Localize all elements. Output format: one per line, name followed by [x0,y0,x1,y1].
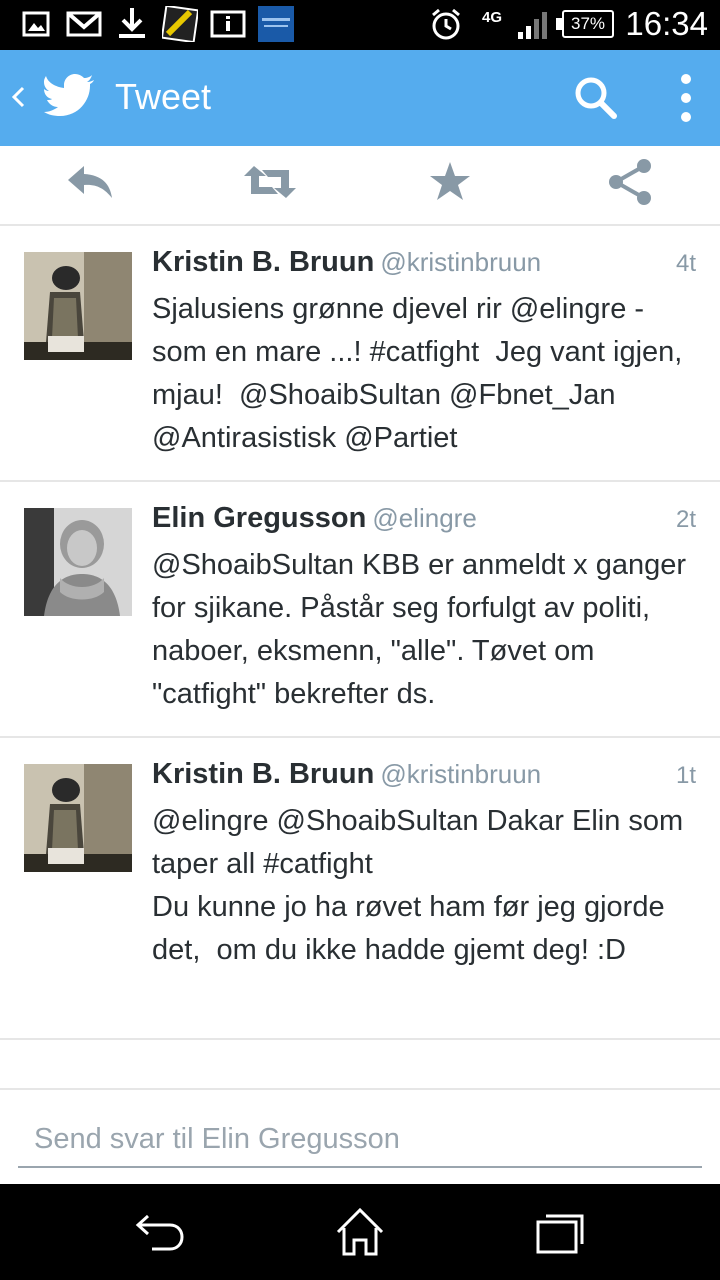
tweet-time: 4t [675,250,696,277]
author-handle[interactable]: @elingre [372,503,476,533]
avatar[interactable] [24,764,132,872]
back-icon[interactable] [132,1206,188,1258]
favorite-icon[interactable] [420,158,480,206]
tweet-header: Kristin B. Bruun @kristinbruun 4t [152,246,696,286]
network-type: 4G [482,9,503,26]
tweet-header: Elin Gregusson @elingre 2t [152,502,696,542]
tweet-actions-bar [0,146,720,226]
author-handle[interactable]: @kristinbruun [380,247,541,277]
twitter-bird-icon[interactable] [44,74,96,118]
overflow-menu-icon[interactable] [664,72,708,124]
tweet-text: Sjalusiens grønne djevel rir @elingre - … [152,293,691,454]
gmail-icon [66,11,102,37]
signal-icon [518,12,547,39]
reply-icon[interactable] [62,158,122,206]
status-bar: 4G 37% 16:34 [0,0,720,50]
avatar[interactable] [24,252,132,360]
tweet-time: 2t [675,506,696,533]
avatar[interactable] [24,508,132,616]
tweet-item[interactable]: Kristin B. Bruun @kristinbruun 1t @elingr… [0,738,720,1040]
navigation-bar [0,1184,720,1280]
tweet-text: @elingre @ShoaibSultan Dakar Elin som ta… [152,805,684,966]
reply-input[interactable] [18,1112,702,1168]
tweet-item[interactable]: Kristin B. Bruun @kristinbruun 4t Sjalusi… [0,226,720,482]
battery-level: 37% [562,10,614,38]
reply-composer [0,1088,720,1184]
status-time: 16:34 [625,5,708,42]
home-icon[interactable] [332,1206,388,1258]
search-icon[interactable] [572,74,620,122]
page-title: Tweet [115,76,212,117]
tweet-item[interactable]: Elin Gregusson @elingre 2t @ShoaibSultan … [0,482,720,738]
recent-apps-icon[interactable] [532,1206,588,1258]
alarm-icon [432,8,460,40]
download-icon [119,8,145,38]
info-icon [210,10,246,38]
author-name[interactable]: Kristin B. Bruun [152,246,374,278]
author-name[interactable]: Elin Gregusson [152,502,366,534]
back-chevron-icon[interactable] [10,80,26,114]
author-name[interactable]: Kristin B. Bruun [152,758,374,790]
retweet-icon[interactable] [240,158,300,206]
tweet-header: Kristin B. Bruun @kristinbruun 1t [152,758,696,798]
action-bar: Tweet [0,50,720,146]
gallery-icon [22,11,50,37]
author-handle[interactable]: @kristinbruun [380,759,541,789]
share-icon[interactable] [600,158,660,206]
tweet-time: 1t [675,762,696,789]
tweet-text: @ShoaibSultan KBB er anmeldt x ganger fo… [152,549,695,710]
game-icon [162,6,198,42]
xperia-lounge-icon [258,6,294,42]
